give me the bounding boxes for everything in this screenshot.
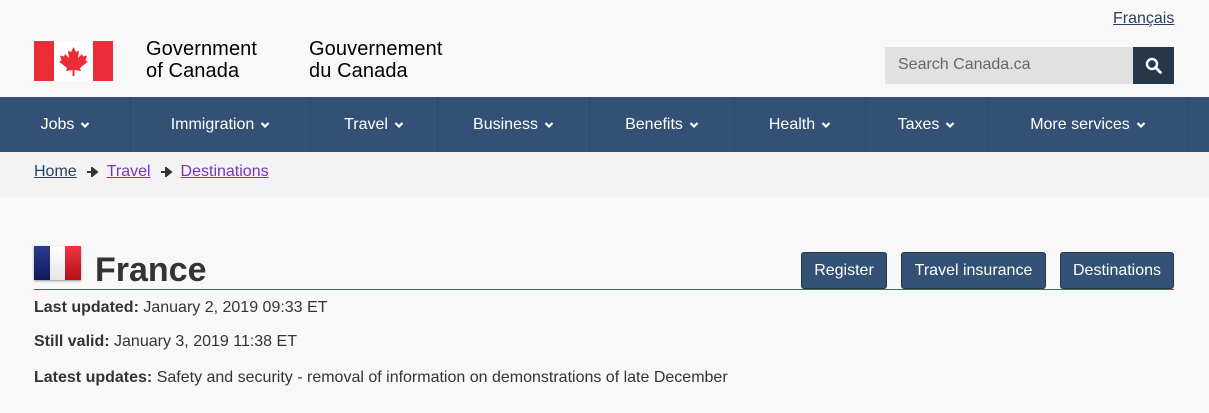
last-updated-line: Last updated: January 2, 2019 09:33 ET bbox=[34, 299, 327, 317]
signature-en-line-2: of Canada bbox=[146, 60, 240, 82]
still-valid-value: January 3, 2019 11:38 ET bbox=[114, 333, 297, 350]
arrow-right-icon bbox=[86, 167, 99, 177]
menu-item-label: Business bbox=[473, 115, 538, 133]
france-flag-icon bbox=[34, 246, 82, 280]
chevron-down-icon bbox=[394, 121, 404, 128]
menu-item-health[interactable]: Health bbox=[735, 97, 866, 152]
last-updated-label: Last updated: bbox=[34, 299, 139, 316]
menu-item-label: Immigration bbox=[170, 115, 255, 133]
menu-item-taxes[interactable]: Taxes bbox=[866, 97, 988, 152]
breadcrumb: Home Travel Destinations bbox=[34, 163, 269, 181]
menu-item-jobs[interactable]: Jobs bbox=[0, 97, 131, 152]
search-input[interactable]: Search Canada.ca bbox=[885, 47, 1133, 84]
menu-item-travel[interactable]: Travel bbox=[311, 97, 438, 152]
breadcrumb-destinations-link[interactable]: Destinations bbox=[181, 163, 269, 181]
chevron-down-icon bbox=[81, 121, 90, 128]
menu-item-more-services[interactable]: More services bbox=[988, 97, 1189, 152]
menu-item-label: Jobs bbox=[40, 115, 75, 133]
menu-item-label: Travel bbox=[344, 115, 388, 133]
still-valid-line: Still valid: January 3, 2019 11:38 ET bbox=[34, 333, 297, 351]
signature-english: Government of Canada bbox=[146, 38, 257, 82]
chevron-down-icon bbox=[821, 121, 831, 128]
page-title: France bbox=[95, 251, 207, 289]
still-valid-label: Still valid: bbox=[34, 333, 110, 350]
latest-updates-line: Latest updates: Safety and security - re… bbox=[34, 369, 728, 387]
title-divider bbox=[34, 289, 1174, 290]
breadcrumb-home-link[interactable]: Home bbox=[34, 163, 77, 181]
signature-fr-line-1: Gouvernement bbox=[309, 38, 443, 60]
canada-flag-icon bbox=[34, 41, 113, 81]
menu-item-benefits[interactable]: Benefits bbox=[590, 97, 735, 152]
menu-item-immigration[interactable]: Immigration bbox=[131, 97, 311, 152]
menu-item-label: Taxes bbox=[897, 115, 940, 133]
chevron-down-icon bbox=[1136, 121, 1146, 128]
signature-french: Gouvernement du Canada bbox=[309, 38, 443, 82]
menu-item-label: Benefits bbox=[625, 115, 683, 133]
latest-updates-label: Latest updates: bbox=[34, 369, 153, 386]
menu-item-label: More services bbox=[1030, 115, 1130, 133]
chevron-down-icon bbox=[261, 121, 270, 128]
last-updated-value: January 2, 2019 09:33 ET bbox=[143, 299, 328, 316]
search-icon bbox=[1145, 57, 1162, 74]
destinations-button[interactable]: Destinations bbox=[1060, 252, 1174, 289]
travel-insurance-button[interactable]: Travel insurance bbox=[901, 252, 1046, 289]
menu-item-label: Health bbox=[768, 115, 816, 133]
chevron-down-icon bbox=[689, 121, 699, 128]
menu-item-business[interactable]: Business bbox=[438, 97, 590, 152]
signature-en-line-1: Government bbox=[146, 38, 258, 60]
latest-updates-value: Safety and security - removal of informa… bbox=[156, 369, 728, 386]
chevron-down-icon bbox=[544, 121, 554, 128]
main-menu: Jobs Immigration Travel Business Benefit… bbox=[0, 97, 1209, 152]
chevron-down-icon bbox=[946, 121, 955, 128]
register-button[interactable]: Register bbox=[801, 252, 887, 289]
search-button[interactable] bbox=[1133, 47, 1174, 84]
breadcrumb-travel-link[interactable]: Travel bbox=[107, 163, 151, 181]
signature-fr-line-2: du Canada bbox=[309, 60, 408, 82]
language-toggle-link[interactable]: Français bbox=[1113, 10, 1174, 28]
breadcrumb-bar: Home Travel Destinations bbox=[0, 152, 1209, 197]
arrow-right-icon bbox=[160, 167, 173, 177]
